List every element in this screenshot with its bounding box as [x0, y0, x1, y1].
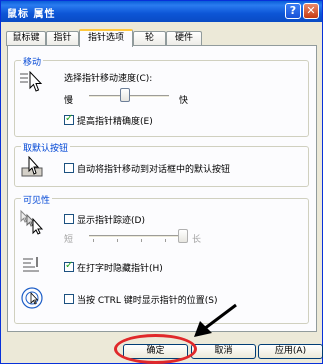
tab-buttons[interactable]: 鼠标键: [6, 31, 46, 46]
tab-strip: 鼠标键 指针 指针选项 轮 硬件: [6, 29, 318, 47]
long-label: 长: [192, 235, 202, 245]
ctrl-locate-icon: [21, 287, 43, 309]
snap-label[interactable]: 自动将指针移动到对话框中的默认按钮: [77, 162, 230, 175]
annotation-circle: [114, 334, 197, 364]
trails-tick: [93, 239, 94, 242]
trails-tick: [141, 239, 142, 242]
tab-pointer-options[interactable]: 指针选项: [79, 29, 133, 47]
snap-to-default-icon: [21, 156, 43, 177]
trails-checkbox[interactable]: [64, 214, 74, 224]
cancel-button[interactable]: 取消: [191, 344, 256, 359]
trails-slider-track[interactable]: [89, 235, 183, 238]
title-bar[interactable]: 鼠标 属性 ? ✕: [1, 1, 322, 22]
pointer-trails-icon: [20, 209, 44, 235]
annotation-arrow-icon: [194, 303, 237, 337]
tab-wheel[interactable]: 轮: [133, 31, 166, 46]
visibility-group-title: 可见性: [21, 193, 53, 206]
short-label: 短: [64, 235, 74, 245]
window-title: 鼠标 属性: [7, 9, 56, 20]
snap-checkbox[interactable]: [64, 163, 74, 173]
tab-pointers[interactable]: 指针: [46, 31, 79, 46]
precision-checkbox[interactable]: [64, 113, 74, 125]
pointer-options-panel: 移动 选择指针移动速度(C): 慢 快 提高指针精确度(E) 取默认按钮: [7, 45, 317, 332]
speed-label: 选择指针移动速度(C):: [64, 74, 153, 84]
motion-group: 移动 选择指针移动速度(C): 慢 快 提高指针精确度(E): [14, 55, 309, 137]
hide-while-typing-icon: [23, 257, 39, 272]
visibility-group: 可见性 显示指针踪迹(D) 短 长 ✓ 在打字时隐藏指针(H) 当按 CTRL …: [14, 193, 309, 324]
trails-slider-thumb[interactable]: [178, 229, 188, 243]
hide-while-typing-checkbox[interactable]: [64, 260, 74, 272]
fast-label: 快: [179, 96, 189, 106]
trails-label[interactable]: 显示指针踪迹(D): [77, 213, 145, 226]
trails-tick: [165, 239, 166, 242]
snap-to-group: 取默认按钮 自动将指针移动到对话框中的默认按钮: [14, 141, 309, 187]
help-button[interactable]: ?: [285, 3, 301, 19]
snap-group-title: 取默认按钮: [21, 141, 71, 154]
speed-slider-thumb[interactable]: [120, 88, 130, 102]
mouse-properties-window: 鼠标 属性 ? ✕ 鼠标键 指针 指针选项 轮 硬件 移动 选择指针移动速度(C…: [0, 0, 323, 364]
motion-group-title: 移动: [21, 55, 44, 68]
trails-tick: [117, 239, 118, 242]
slow-label: 慢: [64, 96, 74, 106]
precision-label[interactable]: 提高指针精确度(E): [77, 114, 153, 127]
ctrl-locate-checkbox[interactable]: [64, 294, 74, 304]
hide-while-typing-label[interactable]: 在打字时隐藏指针(H): [77, 261, 163, 274]
pointer-speed-icon: [20, 71, 43, 92]
close-button[interactable]: ✕: [303, 3, 319, 19]
apply-button[interactable]: 应用(A): [258, 344, 323, 359]
tab-hardware[interactable]: 硬件: [166, 31, 202, 46]
